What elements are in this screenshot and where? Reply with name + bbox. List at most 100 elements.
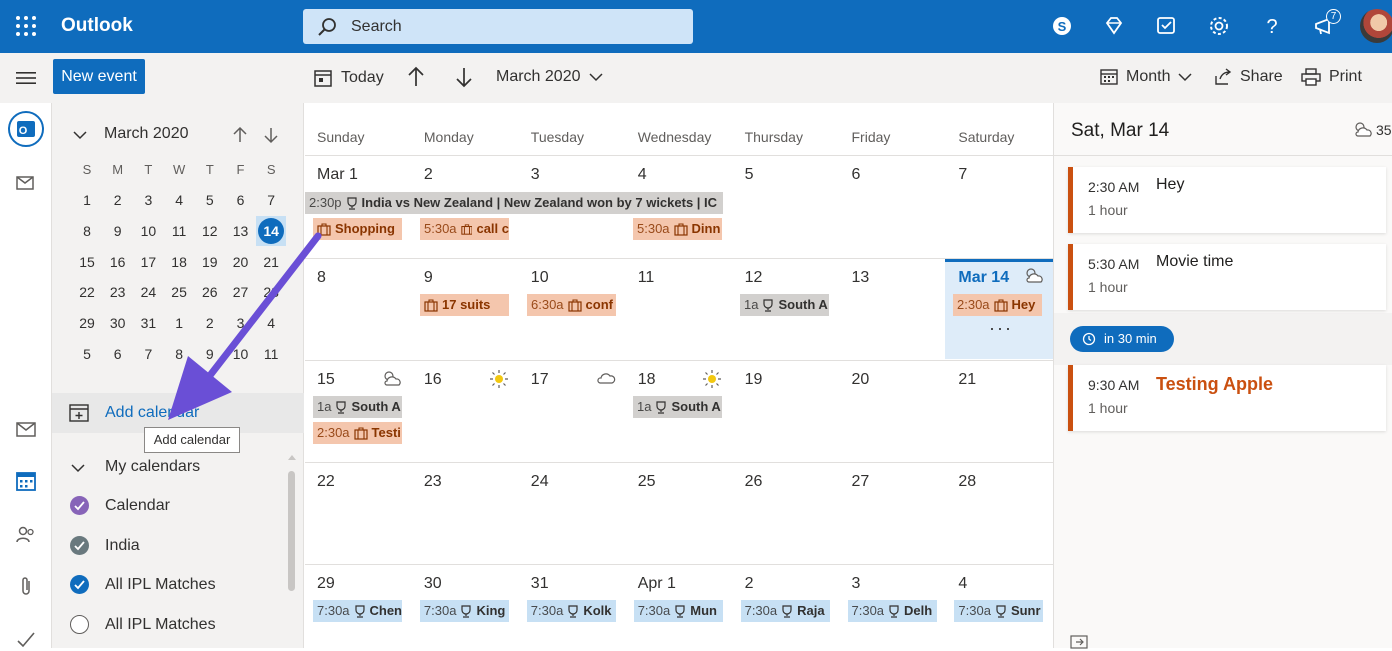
collapse-chevron-icon[interactable]	[72, 129, 88, 141]
mini-calendar-today[interactable]: 14	[258, 217, 285, 244]
checked-circle-icon[interactable]	[70, 575, 89, 594]
checked-circle-icon[interactable]	[70, 535, 89, 555]
scroll-up-arrow-icon[interactable]	[287, 453, 297, 461]
event-south-africa[interactable]: 1a South A	[313, 396, 402, 418]
upcoming-pill[interactable]: in 30 min	[1070, 326, 1174, 352]
event-17-suits[interactable]: 17 suits	[420, 294, 509, 316]
new-event-button[interactable]: New event	[53, 59, 145, 94]
mini-calendar-day[interactable]: 28	[256, 277, 286, 307]
day-date-label[interactable]: 17	[531, 371, 549, 389]
mini-calendar-day[interactable]: 5	[195, 185, 225, 215]
mini-calendar-day[interactable]: 11	[164, 216, 194, 246]
mini-calendar-day[interactable]: 29	[72, 308, 102, 338]
mini-calendar-day[interactable]: 7	[256, 185, 286, 215]
mini-calendar-day[interactable]: 26	[195, 277, 225, 307]
mini-calendar-day[interactable]: 13	[226, 216, 256, 246]
mini-calendar-day[interactable]: 19	[195, 247, 225, 277]
outlook-app-icon[interactable]: O	[8, 111, 44, 147]
mini-calendar-day[interactable]: 2	[195, 308, 225, 338]
mini-calendar-day[interactable]: 8	[164, 339, 194, 369]
day-date-label[interactable]: 21	[958, 371, 976, 389]
mail-icon[interactable]	[14, 417, 38, 441]
calendar-list-item[interactable]: India	[52, 531, 292, 561]
todo-icon[interactable]	[1155, 14, 1179, 38]
event-hey[interactable]: 2:30a Hey	[953, 294, 1042, 316]
event-shopping[interactable]: Shopping	[313, 218, 402, 240]
day-date-label[interactable]: 23	[424, 473, 442, 491]
mini-calendar-day[interactable]: 30	[103, 308, 133, 338]
mini-calendar-day[interactable]: 10	[133, 216, 163, 246]
mini-calendar-day[interactable]: 5	[72, 339, 102, 369]
mini-calendar-day[interactable]: 12	[195, 216, 225, 246]
calendar-list-item[interactable]: All IPL Matches	[52, 570, 292, 600]
event-south-africa[interactable]: 1a South A	[740, 294, 829, 316]
day-date-label[interactable]: 4	[958, 575, 967, 593]
event-ipl-match[interactable]: 7:30a Sunr	[954, 600, 1044, 622]
premium-diamond-icon[interactable]	[1102, 14, 1126, 38]
calendar-list-item[interactable]: All IPL Matches	[52, 610, 292, 640]
mini-calendar-day[interactable]: 9	[103, 216, 133, 246]
mini-calendar-day[interactable]: 23	[103, 277, 133, 307]
event-ipl-match[interactable]: 7:30a Kolk	[526, 600, 616, 622]
day-date-label[interactable]: 30	[424, 575, 442, 593]
mini-calendar-day[interactable]: 3	[226, 308, 256, 338]
day-date-label[interactable]: 10	[531, 269, 549, 287]
event-dinner[interactable]: 5:30a Dinn	[633, 218, 722, 240]
event-ipl-match[interactable]: 7:30a Delh	[847, 600, 937, 622]
event-india-vs-new-zealand[interactable]: 2:30p India vs New Zealand | New Zealand…	[305, 192, 723, 214]
mini-calendar-day[interactable]: 9	[195, 339, 225, 369]
day-date-label[interactable]: 27	[852, 473, 870, 491]
print-button[interactable]: Print	[1301, 68, 1362, 86]
agenda-event-card[interactable]: 9:30 AM 1 hour Testing Apple	[1068, 365, 1386, 431]
mini-calendar-day[interactable]: 11	[256, 339, 286, 369]
app-launcher-icon[interactable]	[14, 14, 38, 38]
share-button[interactable]: Share	[1214, 68, 1283, 86]
day-date-label[interactable]: 7	[958, 166, 967, 184]
previous-period-up-arrow-icon[interactable]	[406, 66, 426, 88]
calendar-list-item[interactable]: Calendar	[52, 491, 292, 521]
checked-circle-icon[interactable]	[70, 496, 89, 515]
mini-calendar-day[interactable]: 2	[103, 185, 133, 215]
mini-calendar-day[interactable]: 8	[72, 216, 102, 246]
todo-check-icon[interactable]	[14, 627, 38, 651]
event-ipl-match[interactable]: 7:30a Mun	[633, 600, 723, 622]
mini-calendar-next-arrow-icon[interactable]	[263, 126, 279, 144]
unchecked-circle-icon[interactable]	[70, 614, 89, 634]
hamburger-menu-icon[interactable]	[16, 70, 36, 86]
day-date-label[interactable]: 12	[745, 269, 763, 287]
mini-calendar-day[interactable]: 22	[72, 277, 102, 307]
today-date-label[interactable]: Mar 14	[958, 269, 1009, 287]
search-box[interactable]: Search	[303, 9, 693, 44]
mini-calendar-day[interactable]: 3	[133, 185, 163, 215]
event-testing[interactable]: 2:30a Testi	[313, 422, 402, 444]
day-date-label[interactable]: 15	[317, 371, 335, 389]
mini-calendar-day[interactable]: 6	[103, 339, 133, 369]
day-date-label[interactable]: 11	[638, 269, 655, 287]
day-date-label[interactable]: 25	[638, 473, 656, 491]
people-icon[interactable]	[14, 523, 38, 547]
day-date-label[interactable]: 2	[745, 575, 754, 593]
my-calendars-heading[interactable]: My calendars	[105, 458, 200, 476]
mail-send-icon[interactable]	[14, 171, 38, 195]
day-date-label[interactable]: 29	[317, 575, 335, 593]
day-date-label[interactable]: 22	[317, 473, 335, 491]
day-date-label[interactable]: 3	[852, 575, 861, 593]
day-date-label[interactable]: 26	[745, 473, 763, 491]
day-date-label[interactable]: 2	[424, 166, 433, 184]
mini-calendar-day[interactable]: 20	[226, 247, 256, 277]
agenda-event-card[interactable]: 2:30 AM 1 hour Hey	[1068, 167, 1386, 233]
mini-calendar-day[interactable]: 7	[133, 339, 163, 369]
day-date-label[interactable]: 16	[424, 371, 442, 389]
calendar-icon[interactable]	[14, 469, 38, 493]
mini-calendar-day[interactable]: 1	[164, 308, 194, 338]
mini-calendar-day[interactable]: 18	[164, 247, 194, 277]
event-call[interactable]: 5:30a call c	[420, 218, 509, 240]
mini-calendar-day[interactable]: 21	[256, 247, 286, 277]
mini-calendar-prev-arrow-icon[interactable]	[232, 126, 248, 144]
day-date-label[interactable]: 9	[424, 269, 433, 287]
expand-pane-icon[interactable]	[1070, 635, 1088, 649]
day-date-label[interactable]: Apr 1	[638, 575, 676, 593]
mini-calendar-day[interactable]: 31	[133, 308, 163, 338]
day-date-label[interactable]: Mar 1	[317, 166, 358, 184]
app-title[interactable]: Outlook	[61, 15, 133, 37]
